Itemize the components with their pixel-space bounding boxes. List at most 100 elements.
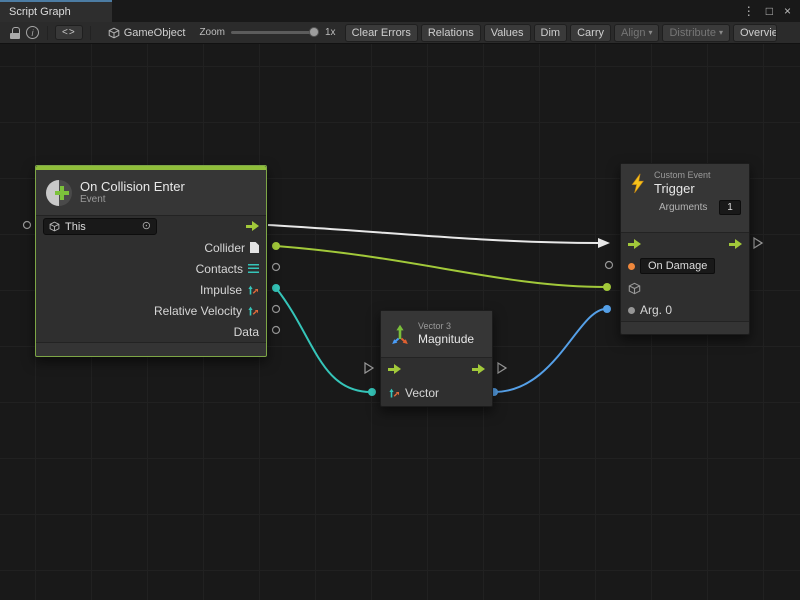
info-icon[interactable]: i (26, 26, 39, 39)
zoom-slider-handle[interactable] (309, 27, 319, 37)
port-vector-control-input[interactable] (365, 363, 373, 373)
control-input-arrow-icon[interactable] (388, 364, 401, 375)
control-wire-arrowhead (598, 238, 610, 248)
control-output-arrow-icon[interactable] (472, 364, 485, 375)
code-view-button[interactable]: <> (55, 25, 83, 40)
port-impulse-output[interactable] (272, 284, 280, 292)
zoom-slider[interactable] (231, 31, 317, 34)
node-vector3-magnitude[interactable]: Vector 3 Magnitude Vector (380, 310, 493, 407)
window-controls: ⋮ □ × (743, 0, 800, 22)
list-type-icon (248, 264, 259, 273)
distribute-dropdown[interactable]: Distribute ▾ (662, 24, 729, 42)
port-label-impulse: Impulse (200, 283, 242, 297)
overview-button[interactable]: Overview (733, 24, 777, 42)
string-port-icon (628, 263, 635, 270)
context-label: GameObject (124, 27, 186, 39)
row-impulse: Impulse (36, 279, 266, 300)
port-event-name-input[interactable] (606, 262, 613, 269)
row-vector: Vector (381, 380, 492, 406)
port-label-collider: Collider (204, 241, 245, 255)
control-output-arrow-icon[interactable] (729, 239, 742, 250)
port-label-contacts: Contacts (196, 262, 243, 276)
node-title: On Collision Enter (80, 179, 185, 194)
vector3-type-icon (388, 387, 400, 399)
zoom-value: 1x (325, 27, 336, 38)
row-collider: Collider (36, 237, 266, 258)
node-on-collision-enter[interactable]: On Collision Enter Event This ⊙ Collider… (35, 165, 267, 357)
separator (90, 26, 91, 40)
arg0-port-icon (628, 307, 635, 314)
close-icon[interactable]: × (784, 5, 791, 17)
target-object-value: This (65, 221, 137, 233)
dim-button[interactable]: Dim (534, 24, 568, 42)
arguments-count-field[interactable]: 1 (719, 200, 741, 215)
port-trigger-control-output[interactable] (754, 238, 762, 248)
tab-script-graph[interactable]: Script Graph (0, 0, 112, 22)
node-title: Trigger (654, 181, 711, 196)
row-contacts: Contacts (36, 258, 266, 279)
port-relative-velocity-output[interactable] (273, 306, 280, 313)
wire-collider-to-event-target[interactable] (276, 246, 606, 287)
port-data-output[interactable] (273, 327, 280, 334)
graph-context[interactable]: GameObject (108, 27, 186, 39)
wire-impulse-to-vector[interactable] (276, 288, 371, 392)
graph-toolbar: i <> GameObject Zoom 1x Clear Errors Rel… (0, 22, 800, 44)
clear-errors-button[interactable]: Clear Errors (345, 24, 418, 42)
collision-event-icon (46, 180, 72, 206)
vector3-type-icon (247, 284, 259, 296)
maximize-icon[interactable]: □ (766, 5, 773, 17)
control-output-arrow-icon[interactable] (246, 221, 259, 232)
node-header[interactable]: Custom Event Trigger Arguments 1 (621, 164, 749, 232)
relations-button[interactable]: Relations (421, 24, 481, 42)
object-picker-icon[interactable]: ⊙ (142, 221, 151, 232)
lock-icon[interactable] (10, 27, 20, 39)
arguments-label: Arguments (659, 202, 707, 213)
target-object-field[interactable]: This ⊙ (43, 218, 157, 235)
row-data: Data (36, 321, 266, 342)
wire-magnitude-to-arg0[interactable] (494, 309, 606, 392)
event-name-field[interactable]: On Damage (640, 258, 715, 274)
carry-button[interactable]: Carry (570, 24, 611, 42)
node-custom-event-trigger[interactable]: Custom Event Trigger Arguments 1 On Dama… (620, 163, 750, 335)
menu-icon[interactable]: ⋮ (743, 5, 755, 17)
values-button[interactable]: Values (484, 24, 531, 42)
port-vector-input[interactable] (368, 388, 376, 396)
chevron-down-icon: ▾ (719, 28, 723, 37)
node-footer (621, 322, 749, 334)
row-event-name: On Damage (621, 255, 749, 277)
port-label-relative-velocity: Relative Velocity (154, 304, 242, 318)
node-overtitle: Vector 3 (418, 321, 474, 332)
port-this-input[interactable] (24, 222, 31, 229)
row-relative-velocity: Relative Velocity (36, 300, 266, 321)
row-target: This ⊙ (36, 216, 266, 237)
node-header[interactable]: Vector 3 Magnitude (381, 311, 492, 357)
align-dropdown[interactable]: Align ▾ (614, 24, 659, 42)
align-label: Align (621, 27, 645, 39)
row-control (621, 233, 749, 255)
port-vector-control-output[interactable] (498, 363, 506, 373)
vector3-icon (388, 322, 412, 346)
zoom-label: Zoom (199, 27, 225, 38)
collider-type-icon (250, 242, 259, 253)
arg0-label: Arg. 0 (640, 303, 672, 317)
port-label-data: Data (234, 325, 259, 339)
control-input-arrow-icon[interactable] (628, 239, 641, 250)
wire-control-flow[interactable] (268, 225, 599, 243)
port-contacts-output[interactable] (273, 264, 280, 271)
titlebar: Script Graph ⋮ □ × (0, 0, 800, 22)
vector3-type-icon (247, 305, 259, 317)
graph-canvas[interactable]: On Collision Enter Event This ⊙ Collider… (0, 44, 800, 600)
port-arg0-input[interactable] (603, 305, 611, 313)
separator (47, 26, 48, 40)
node-header[interactable]: On Collision Enter Event (36, 170, 266, 215)
node-footer (36, 343, 266, 356)
chevron-down-icon: ▾ (648, 28, 652, 37)
port-event-target-input[interactable] (603, 283, 611, 291)
lightning-bolt-icon (629, 173, 646, 194)
node-title: Magnitude (418, 332, 474, 347)
row-control (381, 358, 492, 380)
cube-icon (628, 282, 641, 295)
tab-title: Script Graph (9, 6, 71, 18)
arguments-row: Arguments 1 (659, 200, 741, 215)
port-collider-output[interactable] (272, 242, 280, 250)
